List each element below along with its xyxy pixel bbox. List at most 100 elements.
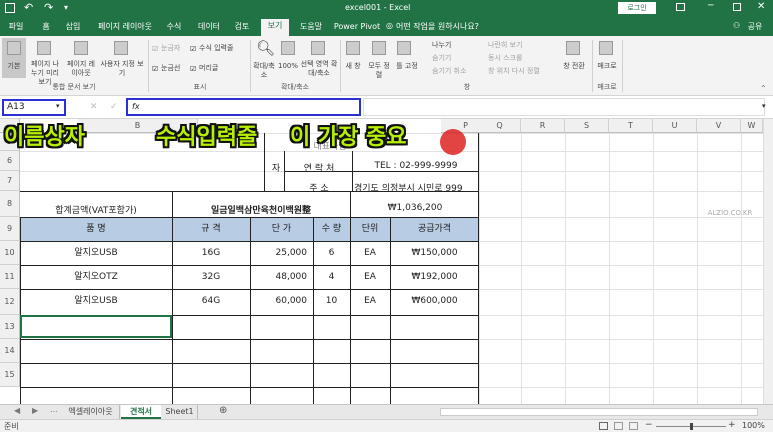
zoom-slider-thumb[interactable] xyxy=(690,423,693,430)
zoom-in-icon[interactable]: + xyxy=(728,420,736,430)
close-icon[interactable]: ✕ xyxy=(757,1,765,12)
cancel-icon[interactable]: ✕ xyxy=(90,102,98,112)
tab-data[interactable]: 데이터 xyxy=(194,20,224,36)
expand-formula-icon[interactable]: ▾ xyxy=(762,102,766,110)
table-cell[interactable]: 60,000 xyxy=(250,289,313,313)
tab-more-icon[interactable]: … xyxy=(50,405,58,414)
tab-view[interactable]: 보기 xyxy=(261,19,289,36)
formula-input[interactable] xyxy=(126,98,361,116)
row-header[interactable]: 9 xyxy=(0,217,20,241)
table-cell[interactable]: ₩150,000 xyxy=(390,241,479,265)
row-header[interactable]: 6 xyxy=(0,151,20,171)
synchronous-scrolling-button[interactable]: 동시 스크롤 xyxy=(478,54,538,63)
column-header[interactable]: U xyxy=(653,119,697,133)
tab-insert[interactable]: 삽입 xyxy=(60,20,86,36)
table-cell[interactable]: 64G xyxy=(172,289,250,313)
zoom-to-selection-button[interactable]: 선택 영역 확대/축소 xyxy=(300,60,338,78)
table-cell[interactable]: 32G xyxy=(172,265,250,289)
unhide-button[interactable]: 숨기기 취소 xyxy=(422,67,472,76)
table-cell[interactable]: EA xyxy=(350,289,390,313)
fx-icon[interactable]: fx xyxy=(132,102,140,111)
tab-home[interactable]: 홈 xyxy=(36,20,56,36)
table-cell[interactable]: ₩192,000 xyxy=(390,265,479,289)
share-button[interactable]: 공유 xyxy=(744,20,766,36)
name-box-dropdown-icon[interactable]: ▾ xyxy=(56,102,60,110)
table-cell[interactable]: ₩600,000 xyxy=(390,289,479,313)
worksheet-grid[interactable]: BOPQRSTUVW 56789101112131415 대표자명 자 연 락 … xyxy=(0,119,773,404)
row-header[interactable]: 11 xyxy=(0,265,20,289)
login-button[interactable]: 로그인 xyxy=(618,2,656,14)
row-header[interactable]: 8 xyxy=(0,191,20,217)
tab-help[interactable]: 도움말 xyxy=(294,20,328,36)
page-break-status-icon[interactable] xyxy=(629,422,638,430)
table-cell[interactable]: 16G xyxy=(172,241,250,265)
horizontal-scrollbar[interactable] xyxy=(440,408,758,416)
freeze-panes-button[interactable]: 틀 고정 xyxy=(392,62,422,71)
tab-formulas[interactable]: 수식 xyxy=(162,20,186,36)
tell-me-search[interactable]: 어떤 작업을 원하시나요? xyxy=(396,20,496,36)
zoom-100-button[interactable]: 100% xyxy=(276,62,300,71)
row-header[interactable]: 10 xyxy=(0,241,20,265)
row-header[interactable]: 12 xyxy=(0,289,20,315)
row-header[interactable]: 14 xyxy=(0,339,20,363)
vertical-scrollbar[interactable] xyxy=(763,119,773,404)
save-icon[interactable] xyxy=(5,3,15,13)
view-side-by-side-button[interactable]: 나란히 보기 xyxy=(478,41,538,50)
sheet-tab-quote[interactable]: 견적서 xyxy=(121,405,161,419)
collapse-ribbon-icon[interactable]: ⌃ xyxy=(760,84,767,93)
zoom-level[interactable]: 100% xyxy=(742,421,765,430)
tab-file[interactable]: 파일 xyxy=(4,20,28,36)
maximize-icon[interactable] xyxy=(733,3,741,11)
table-cell[interactable]: 알지오USB xyxy=(20,289,172,313)
custom-views-button[interactable]: 사용자 지정 보기 xyxy=(100,60,144,78)
table-cell[interactable]: 25,000 xyxy=(250,241,313,265)
share-icon[interactable]: ⚇ xyxy=(733,21,740,30)
selected-cell-a13[interactable] xyxy=(20,315,172,338)
split-button[interactable]: 나누기 xyxy=(422,41,462,50)
undo-icon[interactable]: ↶ xyxy=(24,1,33,14)
table-cell[interactable]: EA xyxy=(350,241,390,265)
customize-qat-icon[interactable]: ▾ xyxy=(64,3,68,12)
column-header[interactable]: W xyxy=(741,119,763,133)
table-cell[interactable]: 10 xyxy=(313,289,350,313)
normal-view-status-icon[interactable] xyxy=(599,422,608,430)
new-window-button[interactable]: 새 창 xyxy=(342,62,364,71)
tab-scroll-right-icon[interactable]: ▶ xyxy=(32,406,38,415)
enter-icon[interactable]: ✓ xyxy=(110,102,118,112)
switch-windows-button[interactable]: 창 전환 xyxy=(560,62,588,71)
row-header[interactable]: 15 xyxy=(0,363,20,387)
table-cell[interactable]: 6 xyxy=(313,241,350,265)
sheet-tab-layout[interactable]: 엑셀레이아웃 xyxy=(62,405,120,419)
sheet-tab-sheet1[interactable]: Sheet1 xyxy=(162,405,198,419)
column-header[interactable]: S xyxy=(565,119,609,133)
row-header[interactable]: 7 xyxy=(0,171,20,191)
tab-review[interactable]: 검토 xyxy=(230,20,254,36)
column-header[interactable]: T xyxy=(609,119,653,133)
table-cell[interactable]: 알지오USB xyxy=(20,241,172,265)
hide-button[interactable]: 숨기기 xyxy=(422,54,462,63)
formula-bar-rest[interactable] xyxy=(363,98,765,116)
column-header[interactable]: R xyxy=(521,119,565,133)
redo-icon[interactable]: ↷ xyxy=(44,1,53,14)
table-cell[interactable]: 알지오OTZ xyxy=(20,265,172,289)
tab-page-layout[interactable]: 페이지 레이아웃 xyxy=(92,20,158,36)
page-layout-view-button[interactable]: 페이지 레이아웃 xyxy=(64,60,98,78)
row-header[interactable]: 13 xyxy=(0,315,20,339)
column-header[interactable]: V xyxy=(697,119,741,133)
macros-button[interactable]: 매크로 xyxy=(594,62,620,71)
column-header[interactable]: Q xyxy=(479,119,521,133)
ribbon-display-icon[interactable] xyxy=(676,3,685,11)
table-cell[interactable]: 48,000 xyxy=(250,265,313,289)
zoom-out-icon[interactable]: − xyxy=(645,420,653,430)
minimize-icon[interactable]: ─ xyxy=(708,1,713,11)
reset-window-position-button[interactable]: 창 위치 다시 정렬 xyxy=(478,67,558,76)
tab-scroll-left-icon[interactable]: ◀ xyxy=(14,406,20,415)
formula-bar-checkbox[interactable]: 수식 입력줄 xyxy=(190,44,246,53)
table-cell[interactable]: 4 xyxy=(313,265,350,289)
arrange-all-button[interactable]: 모두 정렬 xyxy=(366,62,392,80)
table-cell[interactable]: EA xyxy=(350,265,390,289)
add-sheet-icon[interactable]: ⊕ xyxy=(219,405,227,416)
page-layout-status-icon[interactable] xyxy=(614,422,623,430)
zoom-button[interactable]: 확대/축소 xyxy=(252,62,276,80)
tab-power-pivot[interactable]: Power Pivot xyxy=(332,20,382,36)
